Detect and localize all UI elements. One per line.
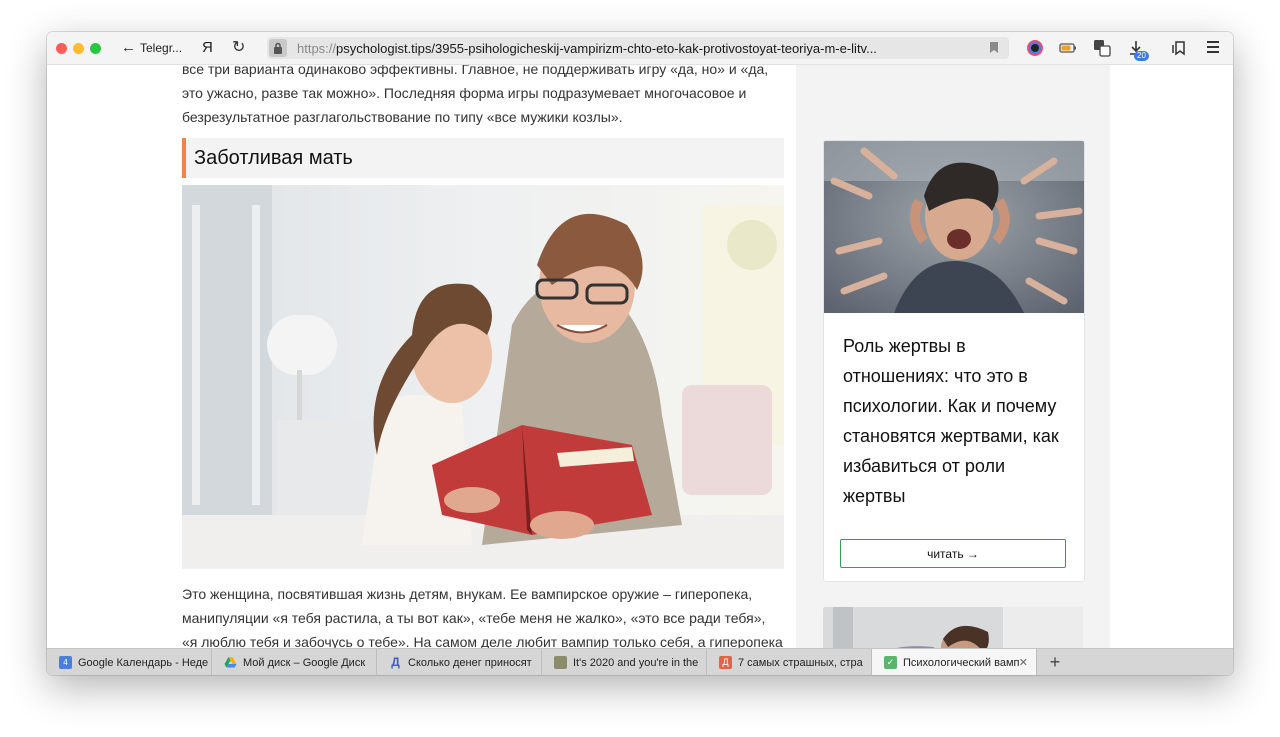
tab-title: Мой диск – Google Диск [243, 656, 366, 669]
url-path: psychologist.tips/3955-psihologicheskij-… [336, 40, 877, 56]
tab-bar: 4 Google Календарь - Неде Мой диск – Goo… [47, 648, 1233, 675]
tab-2020-article[interactable]: It's 2020 and you're in the [542, 649, 707, 675]
google-drive-icon [224, 656, 237, 669]
section-heading-box: Заботливая мать [182, 138, 784, 178]
article-paragraph: все три варианта одинаково эффективны. Г… [182, 65, 769, 125]
related-article-card[interactable] [823, 607, 1083, 648]
site-logo-icon: Д [719, 656, 732, 669]
close-tab-icon[interactable]: ✕ [1019, 656, 1028, 669]
tab-title: Сколько денег приносят [408, 656, 532, 669]
related-article-image[interactable] [823, 607, 1083, 648]
tab-google-drive[interactable]: Мой диск – Google Диск [212, 649, 377, 675]
checkmark-icon: ✓ [884, 656, 897, 669]
calendar-icon: 4 [59, 656, 72, 669]
tab-google-calendar[interactable]: 4 Google Календарь - Неде [47, 649, 212, 675]
site-logo-icon: Д [391, 655, 400, 669]
hamburger-menu-icon[interactable] [1207, 41, 1219, 56]
url-text[interactable]: https://psychologist.tips/3955-psihologi… [297, 41, 877, 56]
reload-icon[interactable]: ↻ [232, 37, 245, 57]
site-favicon-icon [554, 656, 567, 669]
tab-title: It's 2020 and you're in the [573, 656, 699, 669]
maximize-window-button[interactable] [90, 43, 101, 54]
browser-window: ← Telegr... Я ↻ https://psychologist.tip… [47, 32, 1233, 675]
lock-icon[interactable] [269, 39, 287, 57]
bookmark-icon[interactable] [989, 41, 999, 59]
minimize-window-button[interactable] [73, 43, 84, 54]
new-tab-plus-icon[interactable]: + [1037, 649, 1073, 675]
section-heading: Заботливая мать [194, 147, 353, 169]
related-article-title[interactable]: Роль жертвы в отношениях: что это в псих… [843, 331, 1064, 511]
tab-title: 7 самых страшных, стра [738, 656, 863, 669]
url-protocol: https:// [297, 40, 337, 56]
tab-title: Google Календарь - Неде [78, 656, 209, 669]
translate-icon[interactable] [1093, 39, 1111, 57]
back-button-label: Telegr... [140, 41, 183, 55]
tab-money-article[interactable]: Д Сколько денег приносят [377, 649, 542, 675]
yandex-button[interactable]: Я [202, 39, 213, 56]
tab-scary-article[interactable]: Д 7 самых страшных, стра [707, 649, 872, 675]
article-paragraph: Это женщина, посвятившая жизнь детям, вн… [182, 586, 783, 648]
color-picker-extension-icon[interactable] [1026, 39, 1044, 57]
close-window-button[interactable] [56, 43, 67, 54]
article-photo [182, 185, 784, 569]
web-page: все три варианта одинаково эффективны. Г… [47, 65, 1233, 648]
tab-title: Психологический вамп [903, 656, 1020, 669]
tab-psychology-active[interactable]: ✓ Психологический вамп ✕ [872, 649, 1037, 675]
collections-icon[interactable] [1170, 39, 1188, 57]
address-bar[interactable]: https://psychologist.tips/3955-psihologi… [267, 37, 1009, 59]
battery-icon[interactable] [1059, 39, 1077, 57]
back-button[interactable]: ← Telegr... [121, 40, 182, 56]
related-article-image[interactable] [824, 141, 1084, 313]
read-more-button[interactable]: читать → [840, 539, 1066, 568]
downloads-badge: 20 [1134, 51, 1149, 61]
browser-toolbar: ← Telegr... Я ↻ https://psychologist.tip… [47, 32, 1233, 65]
arrow-left-icon: ← [121, 39, 136, 56]
related-article-card[interactable]: Роль жертвы в отношениях: что это в псих… [823, 140, 1085, 582]
